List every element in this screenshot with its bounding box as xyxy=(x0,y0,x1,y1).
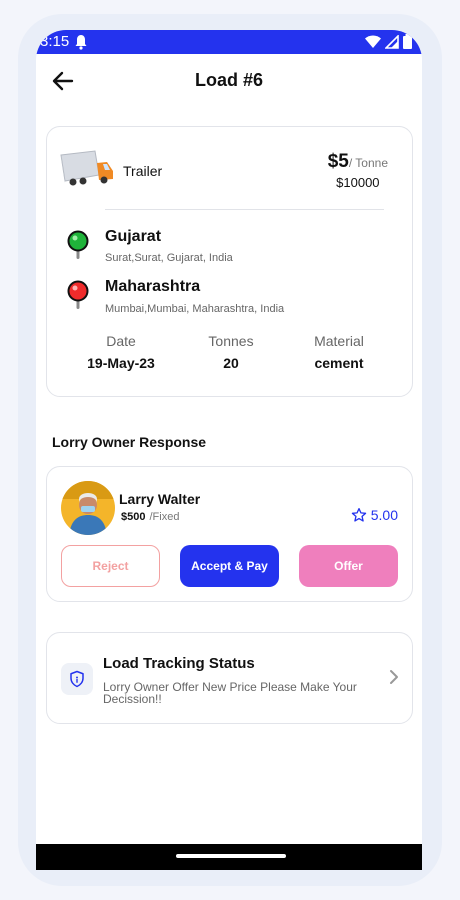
stat-date: Date 19-May-23 xyxy=(66,333,176,371)
app-bar: Load #6 xyxy=(36,54,422,110)
wifi-icon xyxy=(365,35,381,48)
owner-amount: $500 xyxy=(121,511,146,523)
total-price: $10000 xyxy=(336,175,380,190)
stat-label: Date xyxy=(106,333,136,349)
reject-button[interactable]: Reject xyxy=(61,545,160,587)
owner-amount-type: /Fixed xyxy=(149,511,180,523)
divider xyxy=(105,209,384,210)
rating-value: 5.00 xyxy=(370,507,398,523)
owner-name: Larry Walter xyxy=(119,491,201,507)
truck-icon xyxy=(60,150,113,186)
stat-value: 20 xyxy=(223,355,239,371)
section-title: Lorry Owner Response xyxy=(52,434,207,450)
truck-type-label: Trailer xyxy=(123,163,163,179)
origin-name: Gujarat xyxy=(105,228,162,245)
navigation-bar xyxy=(36,844,422,870)
origin-pin-icon xyxy=(67,230,89,259)
price-unit: / Tonne xyxy=(348,156,388,170)
screen: 3:15 Load #6 Trailer $5/ Tonne $10000 Gu… xyxy=(36,30,422,870)
page-title: Load #6 xyxy=(194,70,264,90)
owner-response-card: Larry Walter $500/Fixed 5.00 Reject Acce… xyxy=(46,466,413,602)
tracking-title: Load Tracking Status xyxy=(103,655,255,672)
shield-icon-box xyxy=(61,663,93,695)
load-tracking-card[interactable]: Load Tracking Status Lorry Owner Offer N… xyxy=(46,632,413,724)
home-indicator[interactable] xyxy=(176,854,286,858)
avatar xyxy=(61,481,115,535)
load-details-card: Trailer $5/ Tonne $10000 Gujarat Surat,S… xyxy=(46,126,413,397)
price-block: $5/ Tonne $10000 xyxy=(328,151,388,190)
status-bar: 3:15 xyxy=(36,30,422,54)
stat-label: Material xyxy=(314,333,364,349)
price-per-tonne: $5 xyxy=(327,151,349,172)
destination-name: Maharashtra xyxy=(105,278,201,295)
battery-icon xyxy=(403,34,412,49)
shield-icon xyxy=(70,670,84,688)
stat-material: Material cement xyxy=(284,333,394,371)
rating: 5.00 xyxy=(351,507,398,523)
offer-button[interactable]: Offer xyxy=(299,545,398,587)
chevron-right-icon[interactable] xyxy=(388,669,400,685)
accept-pay-button[interactable]: Accept & Pay xyxy=(180,545,279,587)
destination-pin-icon xyxy=(67,280,89,309)
notification-bell-icon xyxy=(74,34,88,54)
destination-address: Mumbai,Mumbai, Maharashtra, India xyxy=(105,303,285,315)
stat-value: 19-May-23 xyxy=(87,355,155,371)
stat-value: cement xyxy=(314,355,364,371)
tracking-description: Lorry Owner Offer New Price Please Make … xyxy=(103,680,357,706)
system-icons xyxy=(365,34,412,49)
stat-tonnes: Tonnes 20 xyxy=(176,333,286,371)
status-time: 3:15 xyxy=(40,33,70,50)
star-icon xyxy=(351,508,366,522)
stat-label: Tonnes xyxy=(208,333,254,349)
origin-address: Surat,Surat, Gujarat, India xyxy=(105,252,233,264)
signal-icon xyxy=(385,34,399,49)
owner-price: $500/Fixed xyxy=(121,511,179,523)
